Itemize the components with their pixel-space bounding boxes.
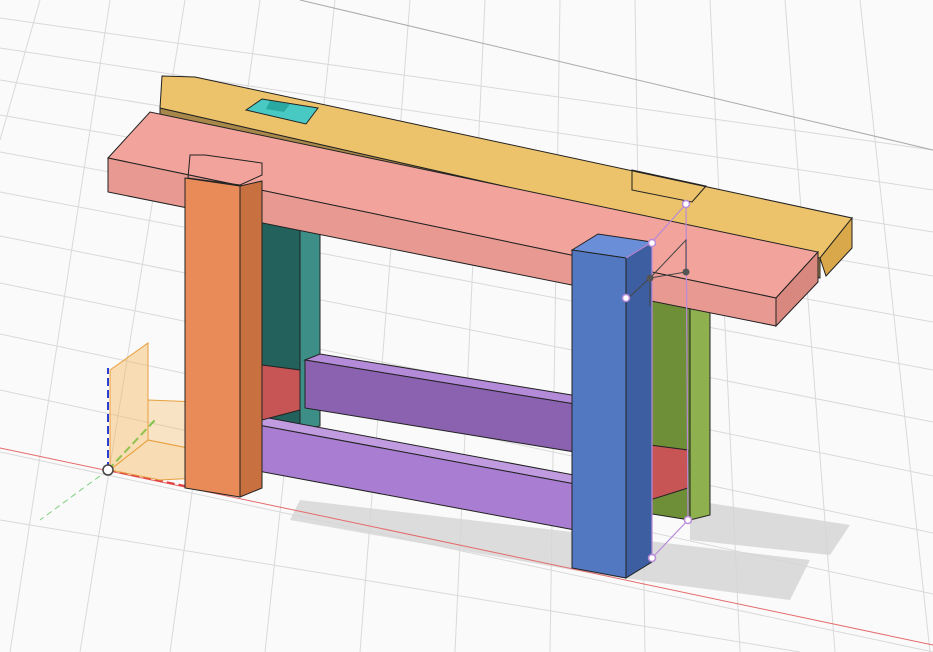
origin-point[interactable] [102, 464, 114, 476]
y-axis-line [39, 469, 109, 521]
handle-point [681, 199, 691, 209]
handle-point [621, 293, 631, 303]
sketch-point [646, 274, 654, 282]
sketch-point [682, 268, 690, 276]
front-right-leg[interactable] [570, 233, 654, 579]
front-left-leg[interactable] [184, 177, 263, 498]
end-block-left[interactable] [261, 364, 301, 421]
handle-point [647, 238, 657, 248]
handle-point [683, 515, 693, 525]
handle-point [647, 553, 657, 563]
ground-grid [0, 0, 933, 652]
3d-viewport-canvas[interactable] [0, 0, 933, 652]
